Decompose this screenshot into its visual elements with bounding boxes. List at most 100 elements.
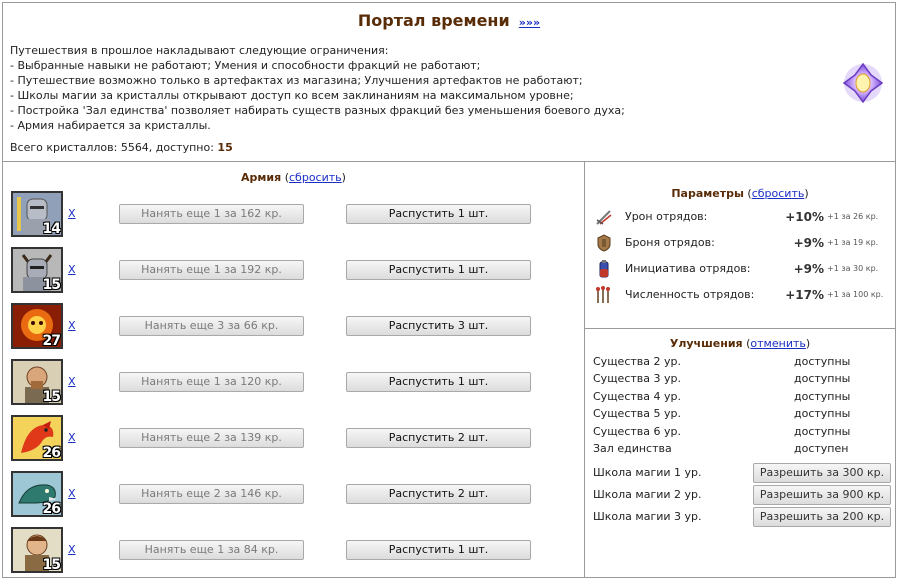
title-more-link[interactable]: »»» [519, 16, 540, 29]
portal-panel: Портал времени »»» Путешествия в прошлое… [2, 2, 896, 578]
army-row: 26 X Нанять еще 2 за 146 кр. Распустить … [11, 471, 571, 521]
unit-count: 15 [42, 557, 61, 573]
magic-school-row: Школа магии 3 ур. Разрешить за 200 кр. [593, 507, 893, 529]
unit-portrait: 26 [11, 415, 63, 461]
upgrade-status: доступны [794, 425, 851, 438]
restrictions-text: Путешествия в прошлое накладывают следую… [10, 43, 830, 133]
hire-button[interactable]: Нанять еще 1 за 120 кр. [119, 372, 304, 392]
upgrade-row: Зал единства доступен [593, 442, 893, 459]
hire-button[interactable]: Нанять еще 1 за 192 кр. [119, 260, 304, 280]
army-row: 15 X Нанять еще 1 за 120 кр. Распустить … [11, 359, 571, 409]
dismiss-button[interactable]: Распустить 1 шт. [346, 204, 531, 224]
army-row: 27 X Нанять еще 3 за 66 кр. Распустить 3… [11, 303, 571, 353]
upgrade-label: Существа 3 ур. [593, 372, 681, 385]
upgrade-status: доступны [794, 355, 851, 368]
dismiss-button[interactable]: Распустить 1 шт. [346, 372, 531, 392]
parameter-row[interactable]: Урон отрядов: +10% +1 за 26 кр. [592, 207, 892, 227]
parameter-value: +10% [785, 210, 824, 224]
unit-portrait: 26 [11, 471, 63, 517]
remove-unit-link[interactable]: X [68, 543, 76, 556]
hire-button[interactable]: Нанять еще 1 за 162 кр. [119, 204, 304, 224]
unit-portrait: 27 [11, 303, 63, 349]
army-heading: Армия (сбросить) [241, 171, 346, 184]
upgrade-status: доступны [794, 407, 851, 420]
dismiss-button[interactable]: Распустить 2 шт. [346, 484, 531, 504]
parameter-cost: +1 за 30 кр. [827, 264, 879, 273]
restriction-line: - Выбранные навыки не работают; Умения и… [10, 59, 481, 72]
portal-crystal-icon [842, 62, 884, 104]
army-title: Армия [241, 171, 282, 184]
magic-school-unlock-button[interactable]: Разрешить за 300 кр. [753, 463, 891, 483]
magic-school-label: Школа магии 3 ур. [593, 510, 702, 523]
crystals-summary: Всего кристаллов: 5564, доступно: 15 [10, 141, 233, 154]
parameter-row[interactable]: Инициатива отрядов: +9% +1 за 30 кр. [592, 259, 892, 279]
portal-header: Портал времени »»» Путешествия в прошлое… [3, 3, 895, 162]
unit-count: 26 [42, 445, 61, 461]
upgrade-status: доступен [794, 442, 849, 455]
hire-button[interactable]: Нанять еще 1 за 84 кр. [119, 540, 304, 560]
damage-icon [596, 210, 612, 225]
magic-school-row: Школа магии 1 ур. Разрешить за 300 кр. [593, 463, 893, 485]
restriction-line: - Армия набирается за кристаллы. [10, 119, 211, 132]
army-row: 14 X Нанять еще 1 за 162 кр. Распустить … [11, 191, 571, 241]
upgrade-row: Существа 5 ур. доступны [593, 407, 893, 424]
initiative-icon [599, 260, 609, 278]
dismiss-button[interactable]: Распустить 1 шт. [346, 540, 531, 560]
parameter-label: Броня отрядов: [625, 236, 715, 249]
remove-unit-link[interactable]: X [68, 319, 76, 332]
parameter-row[interactable]: Численность отрядов: +17% +1 за 100 кр. [592, 285, 892, 305]
magic-school-label: Школа магии 1 ур. [593, 466, 702, 479]
parameter-cost: +1 за 100 кр. [827, 290, 884, 299]
remove-unit-link[interactable]: X [68, 487, 76, 500]
magic-school-unlock-button[interactable]: Разрешить за 200 кр. [753, 507, 891, 527]
parameters-title: Параметры [671, 187, 744, 200]
remove-unit-link[interactable]: X [68, 431, 76, 444]
armor-icon [597, 234, 611, 252]
army-row: 15 X Нанять еще 1 за 84 кр. Распустить 1… [11, 527, 571, 577]
upgrade-label: Существа 5 ур. [593, 407, 681, 420]
remove-unit-link[interactable]: X [68, 263, 76, 276]
army-section: Армия (сбросить) 14 X Нанять еще 1 за 16… [3, 161, 585, 577]
unit-count: 15 [42, 389, 61, 405]
dismiss-button[interactable]: Распустить 2 шт. [346, 428, 531, 448]
dismiss-button[interactable]: Распустить 3 шт. [346, 316, 531, 336]
crystals-available: 15 [217, 141, 233, 154]
crystals-label: Всего кристаллов: 5564, доступно: [10, 141, 218, 154]
magic-school-label: Школа магии 2 ур. [593, 488, 702, 501]
remove-unit-link[interactable]: X [68, 207, 76, 220]
upgrades-heading: Улучшения (отменить) [669, 337, 811, 350]
restriction-line: - Путешествие возможно только в артефакт… [10, 74, 583, 87]
hire-button[interactable]: Нанять еще 2 за 146 кр. [119, 484, 304, 504]
army-row: 15 X Нанять еще 1 за 192 кр. Распустить … [11, 247, 571, 297]
magic-school-row: Школа магии 2 ур. Разрешить за 900 кр. [593, 485, 893, 507]
parameter-label: Урон отрядов: [625, 210, 708, 223]
parameters-reset-link[interactable]: сбросить [752, 187, 805, 200]
parameter-label: Численность отрядов: [625, 288, 755, 301]
unit-portrait: 15 [11, 247, 63, 293]
remove-unit-link[interactable]: X [68, 375, 76, 388]
magic-school-unlock-button[interactable]: Разрешить за 900 кр. [753, 485, 891, 505]
parameter-row[interactable]: Броня отрядов: +9% +1 за 19 кр. [592, 233, 892, 253]
parameters-heading: Параметры (сбросить) [671, 187, 809, 200]
unit-portrait: 15 [11, 359, 63, 405]
parameters-section: Параметры (сбросить) Урон отрядов: +10% … [585, 161, 895, 329]
parameter-value: +17% [785, 288, 824, 302]
restriction-line: - Школы магии за кристаллы открывают дос… [10, 89, 574, 102]
hire-button[interactable]: Нанять еще 3 за 66 кр. [119, 316, 304, 336]
dismiss-button[interactable]: Распустить 1 шт. [346, 260, 531, 280]
upgrades-cancel-link[interactable]: отменить [750, 337, 805, 350]
upgrade-label: Существа 2 ур. [593, 355, 681, 368]
hire-button[interactable]: Нанять еще 2 за 139 кр. [119, 428, 304, 448]
upgrade-row: Существа 4 ур. доступны [593, 390, 893, 407]
parameter-cost: +1 за 19 кр. [827, 238, 879, 247]
army-reset-link[interactable]: сбросить [289, 171, 342, 184]
parameter-value: +9% [793, 236, 824, 250]
unit-count: 26 [42, 501, 61, 517]
unit-count: 27 [42, 333, 61, 349]
upgrades-section: Улучшения (отменить) Существа 2 ур. дост… [585, 329, 895, 577]
upgrade-label: Зал единства [593, 442, 672, 455]
restriction-line: - Постройка 'Зал единства' позволяет наб… [10, 104, 625, 117]
unit-count: 15 [42, 277, 61, 293]
upgrade-row: Существа 6 ур. доступны [593, 425, 893, 442]
unit-count: 14 [42, 221, 61, 237]
